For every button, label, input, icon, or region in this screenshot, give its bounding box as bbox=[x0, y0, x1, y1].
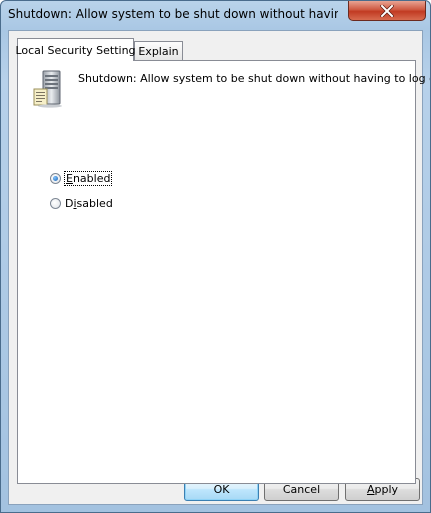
radio-enabled-label[interactable]: Enabled bbox=[63, 171, 113, 186]
tab-label: Explain bbox=[138, 45, 179, 58]
dialog-window: Shutdown: Allow system to be shut down w… bbox=[0, 0, 431, 513]
label-suffix: sabled bbox=[76, 197, 113, 210]
close-icon bbox=[349, 1, 425, 20]
dialog-client-area: Local Security Setting Explain Shutdown:… bbox=[8, 30, 430, 505]
tab-label: Local Security Setting bbox=[15, 43, 136, 57]
radio-disabled[interactable]: Disabled bbox=[50, 197, 113, 210]
tab-explain[interactable]: Explain bbox=[134, 41, 183, 61]
server-policy-icon bbox=[32, 70, 64, 108]
radio-disabled-label[interactable]: Disabled bbox=[65, 197, 113, 210]
policy-description: Shutdown: Allow system to be shut down w… bbox=[78, 72, 431, 85]
radio-enabled[interactable]: Enabled bbox=[50, 171, 113, 186]
tab-panel: Shutdown: Allow system to be shut down w… bbox=[17, 60, 430, 484]
radio-enabled-indicator[interactable] bbox=[50, 173, 61, 184]
window-title: Shutdown: Allow system to be shut down w… bbox=[8, 7, 338, 21]
tab-local-security-setting[interactable]: Local Security Setting bbox=[15, 38, 136, 61]
title-bar[interactable]: Shutdown: Allow system to be shut down w… bbox=[1, 1, 430, 29]
mnemonic-char: E bbox=[66, 172, 73, 185]
close-button[interactable] bbox=[348, 1, 426, 21]
label-suffix: pply bbox=[374, 483, 399, 496]
radio-disabled-indicator[interactable] bbox=[50, 198, 61, 209]
label-suffix: nabled bbox=[72, 172, 111, 185]
mnemonic-char: A bbox=[366, 483, 375, 496]
